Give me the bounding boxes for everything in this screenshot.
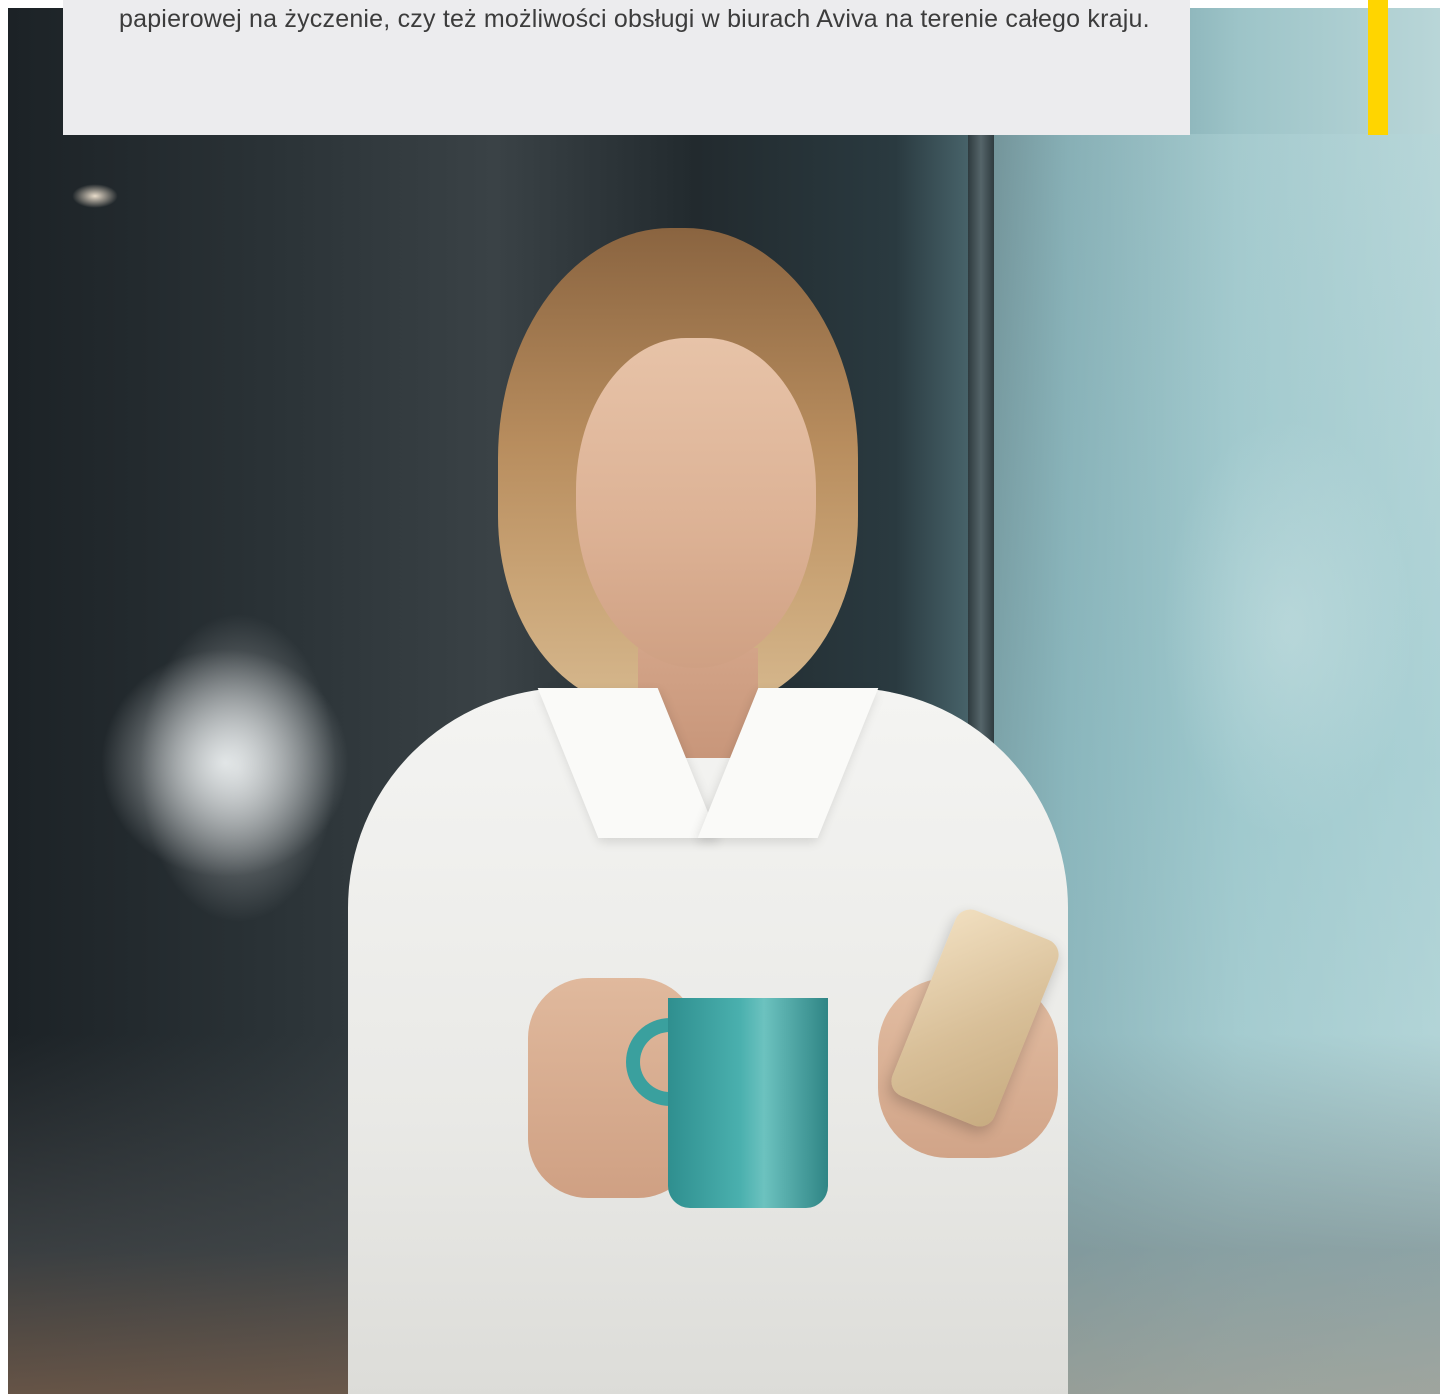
page: papierowej na życzenie, czy też możliwoś…: [0, 0, 1440, 1394]
window-reflection: [1088, 368, 1440, 1394]
hero-photo: [8, 8, 1440, 1394]
teal-coffee-mug: [668, 998, 828, 1208]
yellow-accent-bar: [1368, 0, 1388, 135]
woman-figure: [308, 218, 1108, 1394]
ceiling-lamp: [72, 184, 118, 208]
text-panel: papierowej na życzenie, czy też możliwoś…: [63, 0, 1190, 135]
panel-paragraph: papierowej na życzenie, czy też możliwoś…: [119, 5, 1150, 33]
face: [576, 338, 816, 668]
